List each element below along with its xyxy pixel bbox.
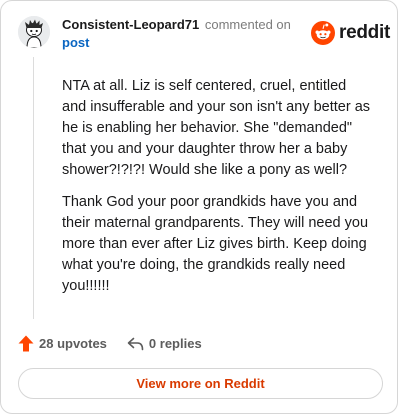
commented-on-text: commented on <box>204 17 291 32</box>
upvote-arrow-icon <box>18 335 34 352</box>
reddit-comment-card: Consistent-Leopard71 commented on post r… <box>0 0 398 414</box>
upvote-button[interactable]: 28 upvotes <box>18 335 107 352</box>
reddit-snoo-icon <box>311 21 335 45</box>
reddit-logo[interactable]: reddit <box>311 21 390 45</box>
user-avatar-icon <box>18 16 50 48</box>
comment-paragraph: NTA at all. Liz is self centered, cruel,… <box>62 78 371 178</box>
upvote-count: 28 upvotes <box>39 336 107 351</box>
comment-header: Consistent-Leopard71 commented on <box>62 17 291 32</box>
comment-paragraph: Thank God your poor grandkids have you a… <box>62 194 369 294</box>
author-username[interactable]: Consistent-Leopard71 <box>62 17 199 32</box>
replies-button[interactable]: 0 replies <box>127 336 202 351</box>
reply-count: 0 replies <box>148 336 202 351</box>
comment-body: NTA at all. Liz is self centered, cruel,… <box>62 76 374 308</box>
post-link[interactable]: post <box>62 35 89 50</box>
reddit-wordmark: reddit <box>339 22 390 43</box>
reply-arrow-icon <box>127 337 144 350</box>
view-more-on-reddit-button[interactable]: View more on Reddit <box>18 368 383 399</box>
user-avatar[interactable] <box>18 16 50 48</box>
thread-line <box>33 57 34 319</box>
comment-actions: 28 upvotes 0 replies <box>18 335 202 352</box>
